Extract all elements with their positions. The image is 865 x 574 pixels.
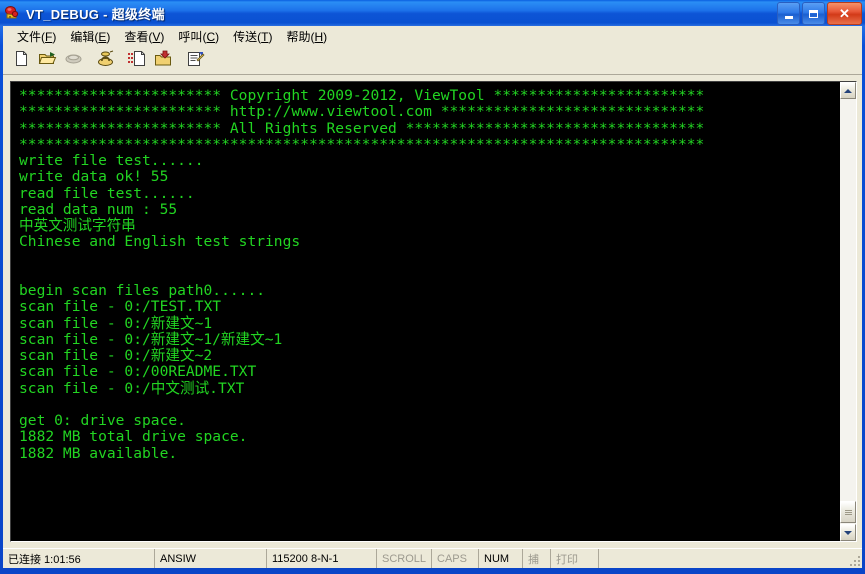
menu-label-call: 呼叫	[178, 29, 203, 44]
hyperterminal-icon	[4, 5, 21, 22]
menu-accel-file: F	[45, 29, 53, 44]
menu-label-edit: 编辑	[70, 29, 95, 44]
terminal-output[interactable]: *********************** Copyright 2009-2…	[11, 82, 839, 541]
menu-item-edit[interactable]: 编辑(E)	[63, 26, 117, 48]
receive-file-button[interactable]	[151, 49, 175, 72]
menu-accel-view: V	[152, 29, 161, 44]
status-emulation: ANSIW	[155, 549, 267, 568]
menu-label-transfer: 传送	[233, 29, 258, 44]
status-caps: CAPS	[432, 549, 479, 568]
terminal-line: write file test......	[19, 152, 204, 169]
terminal-line: ****************************************…	[19, 135, 705, 153]
new-connection-icon	[13, 50, 30, 72]
minimize-button[interactable]	[777, 2, 800, 25]
terminal-line: read data num : 55	[19, 200, 178, 218]
terminal-line: *********************** http://www.viewt…	[19, 103, 705, 121]
terminal-line: begin scan files path0......	[19, 282, 266, 299]
terminal-line: 1882 MB total drive space.	[19, 428, 248, 446]
status-connection: 已连接 1:01:56	[3, 549, 155, 568]
title-bar[interactable]: VT_DEBUG - 超级终端 ✕	[0, 0, 865, 26]
send-file-icon	[127, 50, 148, 72]
status-capture: 捕	[523, 549, 551, 568]
maximize-icon	[809, 9, 818, 18]
scrollbar-thumb[interactable]	[840, 501, 856, 523]
toolbar	[3, 47, 862, 75]
menu-item-view[interactable]: 查看(V)	[117, 26, 171, 48]
minimize-icon	[784, 15, 793, 19]
chevron-up-icon	[844, 88, 852, 93]
client-area: 文件(F) 编辑(E) 查看(V) 呼叫(C) 传送(T) 帮助(H) ****…	[3, 26, 862, 568]
menu-label-file: 文件	[17, 29, 42, 44]
menu-accel-call: C	[206, 29, 216, 44]
terminal-line: 1882 MB available.	[19, 444, 178, 462]
grip-icon	[844, 509, 852, 516]
terminal-line: *********************** All Rights Reser…	[19, 119, 705, 137]
menu-item-file[interactable]: 文件(F)	[10, 26, 63, 48]
terminal-frame: *********************** Copyright 2009-2…	[10, 81, 857, 542]
menu-item-help[interactable]: 帮助(H)	[279, 26, 334, 48]
properties-icon	[186, 50, 205, 72]
send-file-button[interactable]	[125, 49, 149, 72]
menu-accel-edit: E	[98, 29, 107, 44]
status-bar: 已连接 1:01:56 ANSIW 115200 8-N-1 SCROLL CA…	[3, 548, 862, 568]
terminal-line: scan file - 0:/新建文~1	[19, 314, 213, 332]
status-scroll: SCROLL	[377, 549, 432, 568]
call-phone-icon	[96, 50, 115, 72]
terminal-line: get 0: drive space.	[19, 412, 186, 429]
resize-grip-icon[interactable]	[848, 554, 860, 566]
status-line-settings: 115200 8-N-1	[267, 549, 377, 568]
new-connection-button[interactable]	[9, 49, 33, 72]
disconnect-phone-icon	[64, 50, 83, 72]
terminal-line: read file test......	[19, 184, 195, 202]
menu-item-call[interactable]: 呼叫(C)	[171, 26, 226, 48]
terminal-line: scan file - 0:/00README.TXT	[19, 363, 257, 381]
disconnect-button[interactable]	[61, 49, 85, 72]
maximize-button[interactable]	[802, 2, 825, 25]
terminal-line: write data ok! 55	[19, 168, 169, 186]
status-print: 打印	[551, 549, 599, 568]
menu-bar: 文件(F) 编辑(E) 查看(V) 呼叫(C) 传送(T) 帮助(H)	[3, 26, 862, 47]
hyperterminal-window: VT_DEBUG - 超级终端 ✕ 文件(F) 编辑(E) 查看(V) 呼叫(C…	[0, 0, 865, 574]
chevron-down-icon	[844, 530, 852, 535]
properties-button[interactable]	[183, 49, 207, 72]
scroll-up-button[interactable]	[840, 82, 856, 99]
close-icon: ✕	[839, 6, 850, 21]
menu-label-help: 帮助	[286, 29, 311, 44]
terminal-line: scan file - 0:/TEST.TXT	[19, 298, 222, 316]
close-button[interactable]: ✕	[827, 2, 862, 25]
open-folder-icon	[38, 50, 57, 72]
terminal-line: scan file - 0:/新建文~2	[19, 347, 213, 364]
terminal-line: scan file - 0:/中文测试.TXT	[19, 379, 245, 397]
window-title: VT_DEBUG - 超级终端	[26, 6, 165, 22]
open-button[interactable]	[35, 49, 59, 72]
call-button[interactable]	[93, 49, 117, 72]
terminal-line: *********************** Copyright 2009-2…	[19, 87, 705, 104]
menu-label-view: 查看	[124, 29, 149, 44]
terminal-line: scan file - 0:/新建文~1/新建文~1	[19, 330, 283, 348]
vertical-scrollbar[interactable]	[839, 82, 856, 541]
menu-item-transfer[interactable]: 传送(T)	[226, 26, 279, 48]
terminal-panel: *********************** Copyright 2009-2…	[3, 75, 862, 548]
window-controls: ✕	[777, 2, 862, 25]
terminal-line: 中英文测试字符串	[19, 217, 136, 234]
terminal-line: Chinese and English test strings	[19, 233, 301, 251]
receive-file-icon	[154, 50, 173, 72]
status-num: NUM	[479, 549, 523, 568]
menu-accel-help: H	[314, 29, 324, 44]
scroll-down-button[interactable]	[840, 524, 856, 541]
menu-accel-transfer: T	[261, 29, 269, 44]
status-filler	[599, 549, 862, 568]
